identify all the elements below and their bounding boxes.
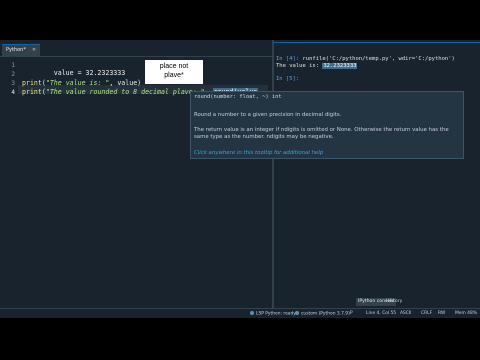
ipython-console-pane[interactable]: In [4]: runfile('C:/python/temp.py', wdi…	[274, 40, 480, 308]
editor-tab[interactable]: Python* ✕	[2, 44, 41, 56]
status-bar: LSP Python: ready custom (Python 3.7.9) …	[0, 308, 480, 318]
eol-status: CRLF	[421, 311, 433, 316]
tab-history[interactable]: History	[384, 298, 404, 306]
console-prompt: In [5]:	[276, 76, 300, 82]
console-command: runfile('C:/python/temp.py', wdir='C:/py…	[302, 56, 455, 62]
annotation-line: plave*	[164, 72, 184, 79]
console-input-line[interactable]: In [5]:	[276, 76, 299, 82]
tooltip-signature: round(number: float, ~) int	[194, 94, 282, 100]
code-text: value = 32.2323333	[53, 69, 126, 77]
memory-status: Mem 48%	[455, 311, 477, 316]
console-output-line: The value is: 32.2323333	[276, 63, 358, 69]
code-string: "The value is: "	[45, 79, 110, 87]
line-number: 3	[11, 80, 15, 87]
encoding-status: ASCII	[400, 311, 412, 316]
annotation-note: place not plave*	[145, 60, 203, 84]
console-focus-bar	[274, 42, 480, 43]
status-dot-icon	[250, 311, 254, 315]
editor-tab-bar: Python* ✕	[0, 42, 272, 57]
console-input-line: In [4]: runfile('C:/python/temp.py', wdi…	[276, 56, 455, 62]
cursor-position: Line 4, Col 55	[366, 311, 397, 316]
console-output-value: 32.2323333	[322, 63, 358, 69]
close-icon[interactable]: ✕	[32, 47, 36, 53]
code-string: "The value rounded to 8 decimal plave: "	[45, 88, 205, 96]
annotation-line: place not	[159, 63, 189, 70]
console-prompt: In [4]:	[276, 56, 300, 62]
code-builtin: print	[22, 79, 42, 87]
editor-tab-label: Python*	[6, 47, 26, 53]
console-output-label: The value is:	[276, 63, 323, 69]
line-number: 4	[11, 89, 15, 96]
permissions-status: RW	[438, 311, 446, 316]
vcs-status: P	[350, 311, 353, 316]
spyder-window: Python* ✕ 1 2 3 4 value = 32.2323333 prin…	[0, 40, 480, 318]
code-builtin: print	[22, 88, 42, 96]
line-number: 1	[11, 62, 15, 69]
code-text: , value)	[109, 79, 142, 87]
code-line-3[interactable]: print("The value is: ", value)	[22, 79, 141, 87]
python-env-icon	[295, 311, 299, 315]
lsp-status: LSP Python: ready	[250, 311, 296, 317]
env-status[interactable]: custom (Python 3.7.9)	[295, 311, 350, 317]
editor-pane: Python* ✕ 1 2 3 4 value = 32.2323333 prin…	[0, 40, 274, 308]
line-number: 2	[11, 71, 15, 78]
